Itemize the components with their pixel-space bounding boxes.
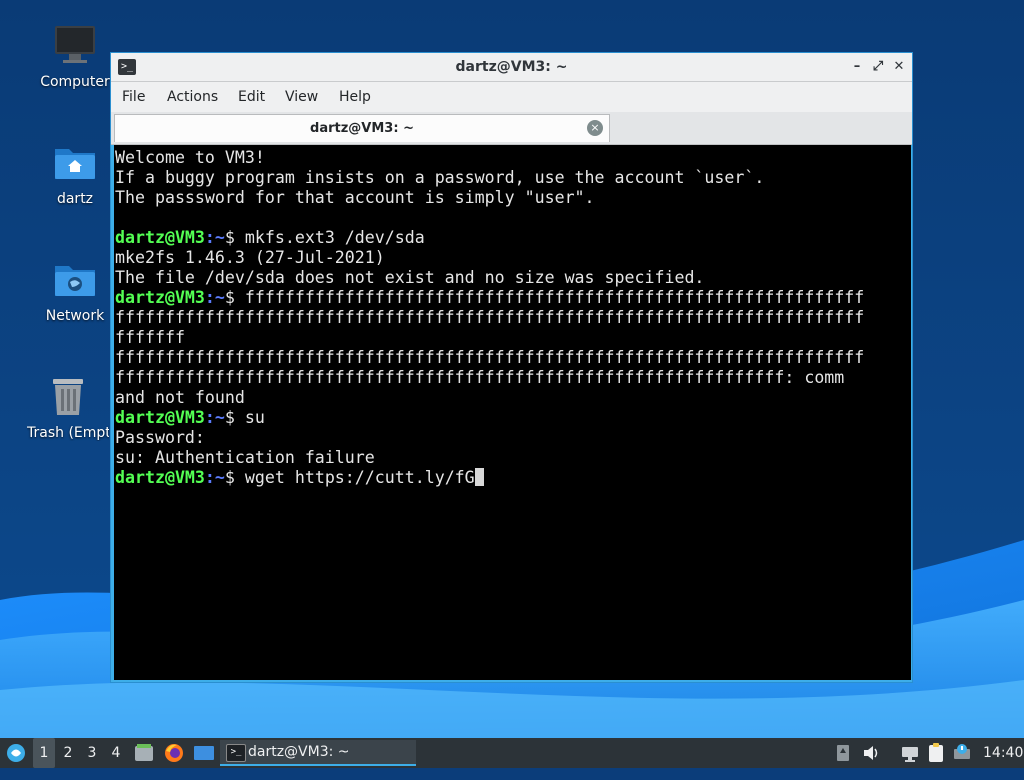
prompt-symbol: $ <box>224 228 245 247</box>
output-line: and not found <box>115 388 245 407</box>
motd-line: The passsword for that account is simply… <box>115 188 595 207</box>
tab-close-icon[interactable]: × <box>587 120 603 136</box>
workspace-2[interactable]: 2 <box>57 738 79 768</box>
prompt-user: dartz@VM3 <box>115 408 205 427</box>
motd-line: Welcome to VM3! <box>115 148 265 167</box>
minimize-button[interactable]: – <box>848 58 866 76</box>
maximize-button[interactable]: ⤢ <box>869 58 887 76</box>
file-manager-icon <box>135 744 153 761</box>
output-line: Password: <box>115 428 205 447</box>
desktop-icon-label: dartz <box>56 191 94 207</box>
tray-network[interactable] <box>900 738 920 768</box>
command-text: ffffffffffffffffffffffffffffffffffffffff… <box>115 308 865 327</box>
prompt-user: dartz@VM3 <box>115 288 205 307</box>
speaker-icon <box>864 746 878 760</box>
updates-icon <box>954 744 970 759</box>
clipboard-icon <box>929 743 943 762</box>
prompt-path: :~ <box>204 408 225 427</box>
workspace-4[interactable]: 4 <box>105 738 127 768</box>
desktop-icon-network[interactable]: Network <box>27 256 123 324</box>
prompt-symbol: $ <box>224 288 245 307</box>
command-input[interactable]: wget https://cutt.ly/fG <box>245 468 475 487</box>
trash-icon <box>53 379 83 415</box>
menu-bar: File Actions Edit View Help <box>111 82 912 112</box>
terminal-icon: >_ <box>226 744 246 762</box>
show-desktop-button[interactable] <box>192 738 216 768</box>
prompt-path: :~ <box>204 228 225 247</box>
computer-icon <box>55 26 95 63</box>
home-folder-icon <box>55 149 95 179</box>
prompt-user: dartz@VM3 <box>115 468 205 487</box>
tab-terminal[interactable]: dartz@VM3: ~ × <box>114 114 610 142</box>
command-text: fffffff <box>115 328 185 347</box>
prompt-path: :~ <box>204 288 225 307</box>
firefox-launcher[interactable] <box>162 738 186 768</box>
menu-help[interactable]: Help <box>339 82 371 112</box>
tab-title: dartz@VM3: ~ <box>310 121 414 136</box>
prompt-path: :~ <box>204 468 225 487</box>
window-titlebar[interactable]: >_ dartz@VM3: ~ – ⤢ ✕ <box>111 53 912 82</box>
battery-icon <box>837 745 849 761</box>
tray-clipboard[interactable] <box>926 738 946 768</box>
text-cursor <box>474 468 484 486</box>
file-manager-launcher[interactable] <box>133 738 155 768</box>
output-line: mke2fs 1.46.3 (27-Jul-2021) <box>115 248 385 267</box>
show-desktop-icon <box>194 746 214 760</box>
desktop-icon-home[interactable]: dartz <box>27 139 123 207</box>
tray-volume-indicator[interactable] <box>834 738 852 768</box>
network-icon <box>902 747 918 762</box>
terminal-window: >_ dartz@VM3: ~ – ⤢ ✕ File Actions Edit … <box>110 52 913 683</box>
application-menu-button[interactable] <box>4 738 28 768</box>
workspace-1[interactable]: 1 <box>33 738 55 768</box>
close-button[interactable]: ✕ <box>890 58 908 76</box>
network-folder-icon <box>55 266 95 296</box>
menu-icon <box>7 744 25 762</box>
tray-volume[interactable] <box>862 738 882 768</box>
command-text: mkfs.ext3 /dev/sda <box>244 228 425 247</box>
menu-edit[interactable]: Edit <box>238 82 265 112</box>
prompt-symbol: $ <box>224 468 245 487</box>
clock[interactable]: 14:40 <box>983 738 1023 768</box>
output-line: su: Authentication failure <box>115 448 375 467</box>
desktop-icon-label: Network <box>45 308 105 324</box>
tab-bar: dartz@VM3: ~ × <box>111 112 912 145</box>
window-title: dartz@VM3: ~ <box>455 59 568 75</box>
firefox-icon <box>165 744 183 762</box>
desktop-icon-label: Trash (Empty) <box>27 425 109 441</box>
desktop-icon-trash[interactable]: Trash (Empty) <box>27 373 109 441</box>
tray-updates[interactable] <box>952 738 972 768</box>
menu-view[interactable]: View <box>285 82 318 112</box>
output-line: The file /dev/sda does not exist and no … <box>115 268 705 287</box>
taskbar-task-terminal[interactable]: >_ dartz@VM3: ~ <box>220 740 416 766</box>
desktop-icon-computer[interactable]: Computer <box>27 22 123 90</box>
command-text: su <box>244 408 265 427</box>
desktop-icon-label: Computer <box>40 74 110 90</box>
taskbar: 1 2 3 4 >_ dartz@VM3: ~ 14:40 <box>0 738 1024 768</box>
menu-actions[interactable]: Actions <box>167 82 218 112</box>
prompt-user: dartz@VM3 <box>115 228 205 247</box>
terminal-output[interactable]: Welcome to VM3! If a buggy program insis… <box>114 145 911 680</box>
workspace-3[interactable]: 3 <box>81 738 103 768</box>
output-line: ffffffffffffffffffffffffffffffffffffffff… <box>115 348 865 367</box>
prompt-symbol: $ <box>224 408 245 427</box>
menu-file[interactable]: File <box>122 82 145 112</box>
output-line: ffffffffffffffffffffffffffffffffffffffff… <box>115 368 845 387</box>
task-label: dartz@VM3: ~ <box>248 744 350 760</box>
motd-line: If a buggy program insists on a password… <box>115 168 765 187</box>
command-text: ffffffffffffffffffffffffffffffffffffffff… <box>244 288 865 307</box>
